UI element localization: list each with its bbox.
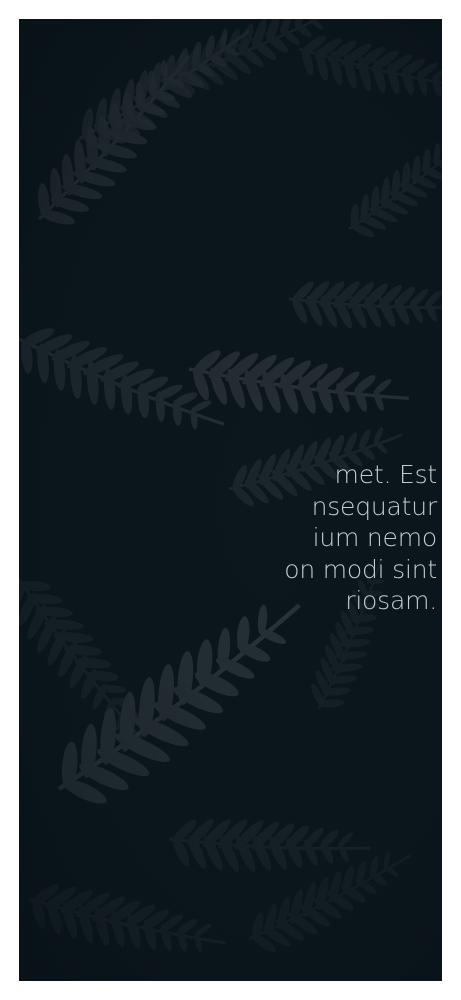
paragraph-line: nsequatur — [311, 491, 438, 521]
paragraph-line: met. Est — [334, 460, 438, 489]
paragraph-line: on modi sint — [284, 554, 437, 584]
hero-panel: met. Est nsequatur ium nemo on modi sint… — [19, 19, 442, 981]
hero-paragraph: met. Est nsequatur ium nemo on modi sint… — [19, 459, 442, 659]
paragraph-line: ium nemo — [312, 523, 438, 552]
paragraph-line: riosam. — [345, 586, 437, 615]
